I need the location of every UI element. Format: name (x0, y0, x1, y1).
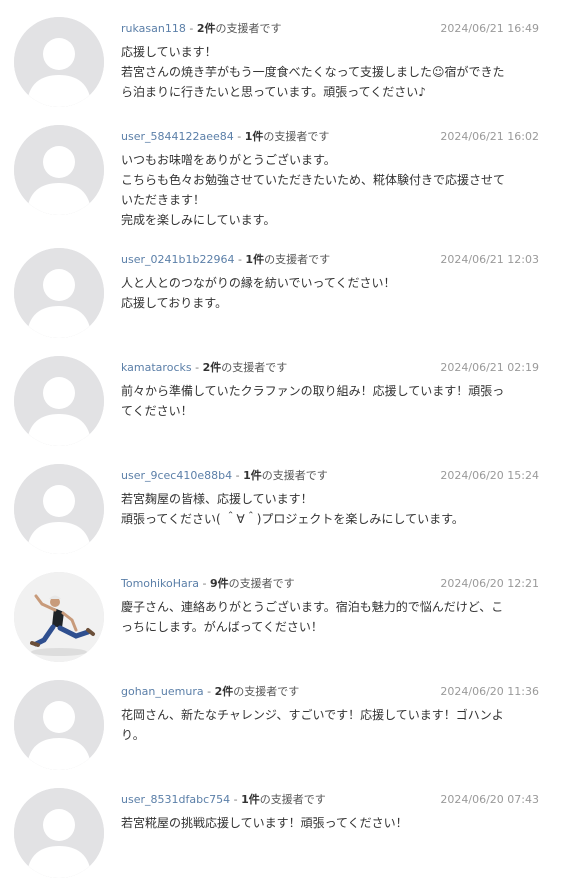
comment-item: user_9cec410e88b4 - 1件の支援者です 2024/06/20 … (0, 450, 561, 558)
support-count: 2件 (202, 361, 222, 374)
comment-date: 2024/06/20 07:43 (440, 793, 539, 806)
support-suffix: の支援者です (264, 253, 331, 266)
support-suffix: の支援者です (228, 577, 295, 590)
comment-date: 2024/06/20 11:36 (440, 685, 539, 698)
avatar[interactable] (14, 248, 104, 338)
comment-body: 慶子さん、連絡ありがとうございます。宿泊も魅力的で悩んだけど、こ っちにします。… (121, 597, 541, 637)
avatar[interactable] (14, 356, 104, 446)
comment-date: 2024/06/20 15:24 (440, 469, 539, 482)
comment-line: いつもお味噌をありがとうございます。 (121, 153, 336, 167)
support-count: 1件 (241, 793, 260, 806)
comment-line: いただきます！ (121, 193, 206, 207)
support-suffix: の支援者です (261, 469, 328, 482)
username-link[interactable]: user_8531dfabc754 (121, 793, 230, 806)
comment-meta: gohan_uemura - 2件の支援者です 2024/06/20 11:36 (121, 683, 539, 701)
comment-date: 2024/06/21 16:02 (440, 130, 539, 143)
comment-date: 2024/06/20 12:21 (440, 577, 539, 590)
comment-body: 若宮糀屋の挑戦応援しています！頑張ってください！ (121, 813, 541, 833)
support-suffix: の支援者です (233, 685, 300, 698)
comment-item: TomohikoHara - 9件の支援者です 2024/06/20 12:21… (0, 558, 561, 666)
comment-line: てください！ (121, 404, 193, 418)
support-count: 9件 (210, 577, 229, 590)
support-count: 1件 (243, 469, 262, 482)
comment-line: 頑張ってください( ＾∀＾)プロジェクトを楽しみにしています。 (121, 512, 464, 526)
comment-meta: kamatarocks - 2件の支援者です 2024/06/21 02:19 (121, 359, 539, 377)
comment-date: 2024/06/21 12:03 (440, 253, 539, 266)
comment-line: ら泊まりに行きたいと思っています。頑張ってください♪ (121, 85, 426, 99)
comment-meta: user_8531dfabc754 - 1件の支援者です 2024/06/20 … (121, 791, 539, 809)
comment-line: 前々から準備していたクラファンの取り組み！応援しています！頑張っ (121, 384, 505, 398)
comment-body: 花岡さん、新たなチャレンジ、すごいです！応援しています！ゴハンよ り。 (121, 705, 541, 745)
comment-body: 前々から準備していたクラファンの取り組み！応援しています！頑張っ てください！ (121, 381, 541, 421)
comment-line: 若宮糀屋の挑戦応援しています！頑張ってください！ (121, 816, 408, 830)
username-link[interactable]: gohan_uemura (121, 685, 204, 698)
comment-meta: user_9cec410e88b4 - 1件の支援者です 2024/06/20 … (121, 467, 539, 485)
comment-item: user_8531dfabc754 - 1件の支援者です 2024/06/20 … (0, 774, 561, 878)
comment-body: 若宮麹屋の皆様、応援しています！ 頑張ってください( ＾∀＾)プロジェクトを楽し… (121, 489, 541, 529)
comment-line: 完成を楽しみにしています。 (121, 213, 276, 227)
support-count: 1件 (245, 253, 265, 266)
comment-date: 2024/06/21 16:49 (440, 22, 539, 35)
comment-body: 人と人とのつながりの縁を紡いでいってください！ 応援しております。 (121, 273, 541, 313)
avatar[interactable] (14, 17, 104, 107)
comment-date: 2024/06/21 02:19 (440, 361, 539, 374)
support-count: 2件 (196, 22, 216, 35)
avatar[interactable] (14, 680, 104, 770)
support-suffix: の支援者です (215, 22, 282, 35)
comment-meta: TomohikoHara - 9件の支援者です 2024/06/20 12:21 (121, 575, 539, 593)
username-link[interactable]: user_0241b1b22964 (121, 253, 234, 266)
support-suffix: の支援者です (263, 130, 330, 143)
comment-line: 応援しています！ (121, 45, 217, 59)
comment-line: 慶子さん、連絡ありがとうございます。宿泊も魅力的で悩んだけど、こ (121, 600, 504, 614)
comment-line: 応援しております。 (121, 296, 228, 310)
avatar[interactable] (14, 464, 104, 554)
comment-item: rukasan118 - 2件の支援者です 2024/06/21 16:49 応… (0, 3, 561, 111)
comment-body: 応援しています！ 若宮さんの焼き芋がもう一度食べたくなって支援しました☺宿ができ… (121, 42, 541, 102)
comment-meta: rukasan118 - 2件の支援者です 2024/06/21 16:49 (121, 20, 539, 38)
comment-line: こちらも色々お勉強させていただきたいため、糀体験付きで応援させて (121, 173, 506, 187)
support-count: 2件 (214, 685, 234, 698)
comment-line: っちにします。がんばってください！ (121, 620, 323, 634)
support-suffix: の支援者です (221, 361, 288, 374)
comment-meta: user_5844122aee84 - 1件の支援者です 2024/06/21 … (121, 128, 539, 146)
username-link[interactable]: user_9cec410e88b4 (121, 469, 232, 482)
comment-item: user_0241b1b22964 - 1件の支援者です 2024/06/21 … (0, 234, 561, 342)
comment-line: 若宮さんの焼き芋がもう一度食べたくなって支援しました☺宿ができた (121, 65, 505, 79)
avatar[interactable] (14, 788, 104, 878)
avatar-photo[interactable] (14, 572, 104, 662)
comment-line: 人と人とのつながりの縁を紡いでいってください！ (121, 276, 396, 290)
comment-item: gohan_uemura - 2件の支援者です 2024/06/20 11:36… (0, 666, 561, 774)
avatar[interactable] (14, 125, 104, 215)
username-link[interactable]: user_5844122aee84 (121, 130, 234, 143)
support-suffix: の支援者です (259, 793, 326, 806)
username-link[interactable]: kamatarocks (121, 361, 192, 374)
comment-line: 花岡さん、新たなチャレンジ、すごいです！応援しています！ゴハンよ (121, 708, 504, 722)
comment-line: 若宮麹屋の皆様、応援しています！ (121, 492, 313, 506)
comment-body: いつもお味噌をありがとうございます。 こちらも色々お勉強させていただきたいため、… (121, 150, 541, 230)
comment-meta: user_0241b1b22964 - 1件の支援者です 2024/06/21 … (121, 251, 539, 269)
username-link[interactable]: rukasan118 (121, 22, 186, 35)
support-count: 1件 (244, 130, 264, 143)
comment-item: user_5844122aee84 - 1件の支援者です 2024/06/21 … (0, 111, 561, 234)
comment-line: り。 (121, 728, 145, 742)
comment-item: kamatarocks - 2件の支援者です 2024/06/21 02:19 … (0, 342, 561, 450)
username-link[interactable]: TomohikoHara (121, 577, 199, 590)
